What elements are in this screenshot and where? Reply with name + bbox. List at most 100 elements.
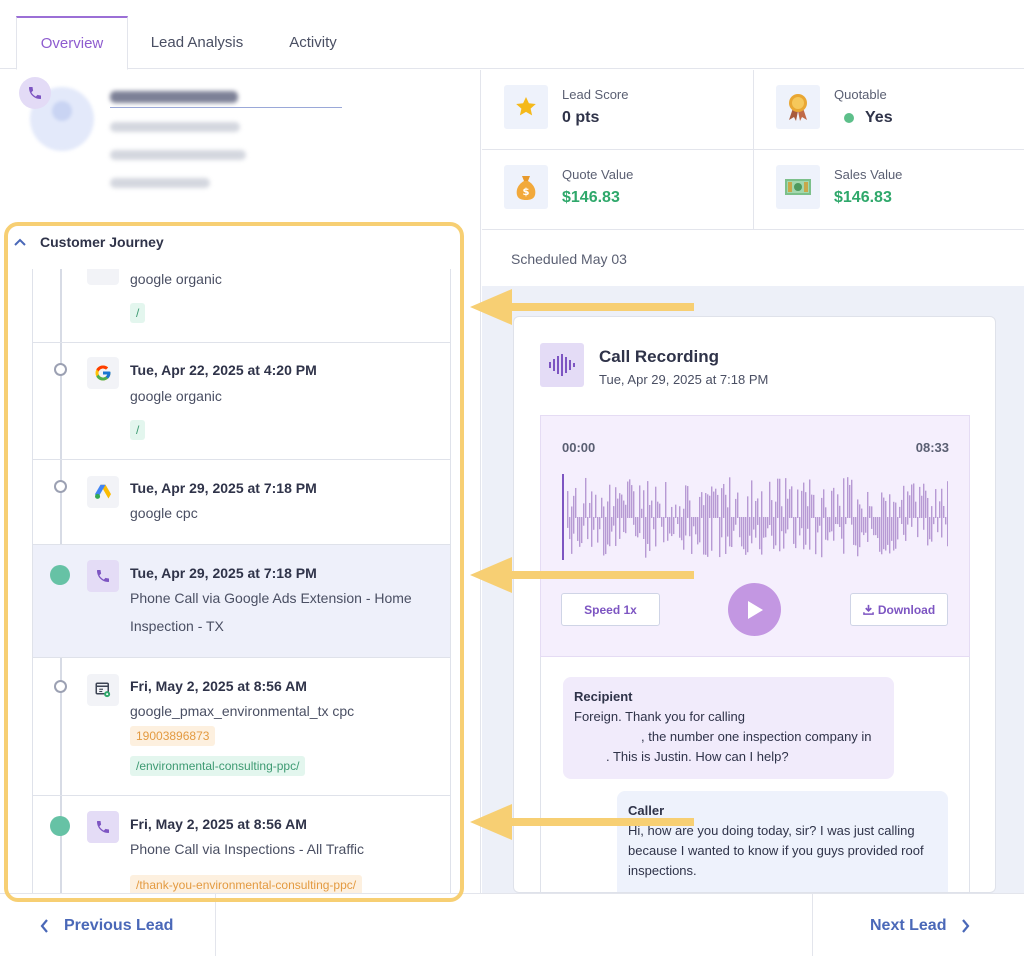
waveform-bar [689, 500, 691, 537]
waveform-bar [657, 501, 659, 518]
event-source: Phone Call via Google Ads Extension - Ho… [130, 590, 412, 606]
tab-overview[interactable]: Overview [16, 16, 128, 70]
message-line: inspections. [628, 863, 697, 878]
previous-lead-button[interactable]: Previous Lead [0, 894, 216, 956]
waveform-bar [913, 483, 915, 518]
contact-name [110, 91, 238, 103]
waveform-bar [585, 477, 587, 518]
waveform-bar [597, 517, 599, 543]
waveform-bar [825, 507, 827, 540]
tab-lead-analysis[interactable]: Lead Analysis [132, 16, 262, 69]
waveform-bar [883, 497, 885, 550]
waveform-bar [933, 517, 935, 525]
waveform-bar [645, 517, 647, 558]
waveform-bar [789, 489, 791, 518]
waveform-bar [687, 486, 689, 518]
journey-event[interactable]: Tue, Apr 29, 2025 at 7:18 PM Phone Call … [33, 545, 450, 658]
metric-value: Yes [844, 109, 893, 127]
journey-event[interactable]: Tue, Apr 22, 2025 at 4:20 PM google orga… [33, 343, 450, 460]
waveform-bar [613, 506, 615, 526]
waveform-bar [735, 498, 737, 525]
waveform-bar [747, 496, 749, 553]
waveform-bar [625, 504, 627, 534]
waveform-bar [769, 481, 771, 525]
svg-text:$: $ [523, 187, 530, 198]
waveform-bar [827, 517, 829, 541]
waveform-bar [873, 517, 875, 536]
waveform-bar [581, 517, 583, 544]
chevron-up-icon [14, 238, 26, 246]
waveform-bar [849, 484, 851, 518]
waveform-bar [697, 517, 699, 545]
waveform-bar [619, 493, 621, 539]
journey-list[interactable]: google organic / Tue, Apr 22, 2025 at 4:… [32, 269, 451, 893]
name-underline [110, 107, 342, 108]
waveform-bar [621, 494, 623, 518]
waveform-bar [811, 494, 813, 518]
annotation-arrow [470, 557, 694, 593]
waveform-bar [699, 496, 701, 543]
download-button[interactable]: Download [850, 593, 948, 626]
speaker-label: Recipient [574, 689, 633, 704]
waveform-bar [673, 517, 675, 535]
waveform-bar [617, 498, 619, 518]
waveform-bar [577, 517, 579, 541]
waveform-bar [741, 517, 743, 547]
next-lead-button[interactable]: Next Lead [812, 894, 1024, 956]
playhead[interactable] [562, 474, 564, 560]
chevron-right-icon [962, 918, 970, 933]
phone-icon [19, 77, 51, 109]
event-date: Fri, May 2, 2025 at 8:56 AM [130, 816, 307, 832]
metric-lead-score: Lead Score 0 pts [482, 70, 754, 150]
waveform-bar [785, 478, 787, 534]
waveform-bar [661, 517, 663, 527]
journey-event[interactable]: Fri, May 2, 2025 at 8:56 AM google_pmax_… [33, 658, 450, 796]
waveform-bar [589, 502, 591, 518]
waveform-bar [631, 485, 633, 518]
journey-event[interactable]: google organic / [33, 269, 450, 343]
waveform-bar [843, 478, 845, 554]
waveform-bar [767, 517, 769, 529]
customer-journey-toggle[interactable]: Customer Journey [14, 232, 164, 252]
waveform-bar [799, 517, 801, 536]
journey-title: Customer Journey [40, 234, 164, 250]
waveform-bar [787, 498, 789, 530]
contact-card [0, 70, 480, 228]
waveform-bar [641, 508, 643, 518]
google-icon [87, 269, 119, 285]
waveform-bar [943, 505, 945, 518]
waveform-bar [635, 517, 637, 537]
time-total: 08:33 [915, 440, 949, 455]
waveform-bar [899, 506, 901, 518]
event-source: google organic [130, 388, 222, 404]
waveform-bar [837, 494, 839, 525]
annotation-arrow [470, 289, 694, 325]
scheduled-text: Scheduled May 03 [511, 251, 627, 267]
play-button[interactable] [728, 583, 781, 636]
waveform-bar [935, 489, 937, 518]
waveform-bar [691, 517, 693, 554]
tab-label: Lead Analysis [150, 34, 244, 51]
metric-label: Lead Score [562, 87, 629, 102]
waveform-bar [895, 502, 897, 549]
event-source: Phone Call via Inspections - All Traffic [130, 841, 364, 857]
waveform-bar [871, 506, 873, 529]
waveform-bar [851, 479, 853, 525]
tab-activity[interactable]: Activity [268, 16, 358, 69]
speed-button[interactable]: Speed 1x [561, 593, 660, 626]
waveform-bar [809, 479, 811, 550]
waveform-bar [651, 500, 653, 518]
waveform-bar [675, 504, 677, 518]
timeline-dot [50, 565, 70, 585]
waveform-bar [937, 517, 939, 533]
waveform-bar [801, 490, 803, 529]
metric-label: Sales Value [834, 167, 903, 182]
audio-waveform[interactable] [562, 474, 948, 560]
waveform-bar [717, 494, 719, 518]
waveform-bar [925, 490, 927, 518]
waveform-bar [927, 497, 929, 546]
journey-event[interactable]: Tue, Apr 29, 2025 at 7:18 PM google cpc [33, 460, 450, 545]
journey-event[interactable]: Fri, May 2, 2025 at 8:56 AM Phone Call v… [33, 796, 450, 893]
waveform-bar [779, 478, 781, 552]
cash-stack-icon [776, 165, 820, 209]
